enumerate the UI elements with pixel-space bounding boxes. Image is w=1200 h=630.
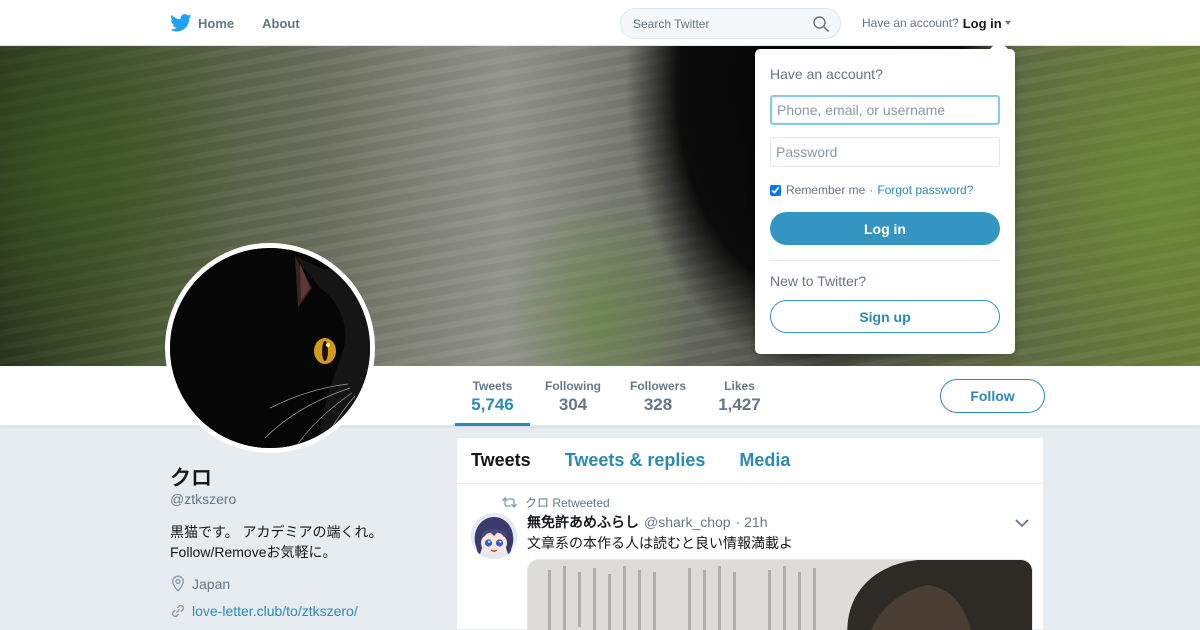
retweet-context: クロ Retweeted xyxy=(502,494,610,511)
tweet-author-name[interactable]: 無免許あめふらし xyxy=(527,512,639,532)
profile-location-text: Japan xyxy=(192,575,231,592)
stat-tweets[interactable]: Tweets 5,746 xyxy=(455,366,530,426)
anime-avatar-image xyxy=(471,513,517,559)
login-submit-button[interactable]: Log in xyxy=(770,212,1000,245)
tweet-item[interactable]: クロ Retweeted 無免許あめふらし @shark_chop · 21h … xyxy=(457,484,1043,630)
remember-row: Remember me · Forgot password? xyxy=(770,183,973,197)
tweet-photo xyxy=(528,560,1032,630)
have-account-text: Have an account? xyxy=(862,16,959,30)
stat-tweets-value: 5,746 xyxy=(471,395,514,414)
black-cat-avatar-image xyxy=(170,248,370,448)
stat-likes[interactable]: Likes 1,427 xyxy=(712,366,767,426)
username-field[interactable] xyxy=(770,95,1000,125)
tweet-author-avatar[interactable] xyxy=(471,513,517,559)
nav-home-label: Home xyxy=(198,15,235,31)
tab-tweets[interactable]: Tweets xyxy=(471,450,531,471)
login-toggle-label: Log in xyxy=(962,15,1002,31)
timeline: Tweets Tweets & replies Media クロ Retweet… xyxy=(456,437,1044,630)
top-navigation-bar: Home About Have an account? Log in xyxy=(0,0,1200,46)
stat-followers-label: Followers xyxy=(629,379,686,393)
retweet-by-text[interactable]: クロ Retweeted xyxy=(525,494,610,511)
link-icon xyxy=(172,604,184,618)
login-area: Have an account? Log in xyxy=(862,0,1011,46)
caret-down-icon xyxy=(1004,21,1011,25)
profile-bio-line-2: Follow/Removeお気軽に。 xyxy=(170,544,337,560)
search-box xyxy=(620,8,841,39)
location-pin-icon xyxy=(172,575,184,592)
stat-likes-value: 1,427 xyxy=(718,395,761,414)
nav-left: Home About xyxy=(170,0,328,46)
login-dropdown: Have an account? Remember me · Forgot pa… xyxy=(755,40,1015,354)
remember-me-checkbox[interactable] xyxy=(770,184,781,196)
stat-tweets-label: Tweets xyxy=(472,379,513,393)
password-field[interactable] xyxy=(770,137,1000,167)
dropdown-divider xyxy=(770,260,1000,261)
twitter-bird-icon xyxy=(170,14,192,32)
profile-bio: 黒猫です。 アカデミアの端くれ。 Follow/Removeお気軽に。 xyxy=(170,522,430,562)
login-dropdown-toggle[interactable]: Log in xyxy=(963,16,1011,31)
stat-followers-value: 328 xyxy=(643,395,673,414)
timeline-tabs: Tweets Tweets & replies Media xyxy=(457,438,1043,484)
nav-home-link[interactable]: Home xyxy=(170,14,234,32)
forgot-password-link[interactable]: Forgot password? xyxy=(877,183,973,197)
profile-website: love-letter.club/to/ztkszero/ xyxy=(170,603,358,619)
profile-bio-line-1: 黒猫です。 アカデミアの端くれ。 xyxy=(170,524,383,540)
profile-name[interactable]: クロ xyxy=(170,462,212,492)
avatar[interactable] xyxy=(165,243,375,453)
tweet-author-handle[interactable]: @shark_chop xyxy=(644,514,731,530)
chevron-down-icon[interactable] xyxy=(1015,519,1029,528)
profile-handle[interactable]: @ztkszero xyxy=(170,491,236,507)
banner-moss-center xyxy=(500,196,700,366)
stat-following-label: Following xyxy=(545,379,601,393)
nav-about-link[interactable]: About xyxy=(262,16,300,31)
new-to-twitter-text: New to Twitter? xyxy=(770,273,867,289)
tweet-header: 無免許あめふらし @shark_chop · 21h xyxy=(527,512,768,532)
stat-following-value: 304 xyxy=(558,395,588,414)
nav-about-label: About xyxy=(262,15,300,31)
retweet-icon xyxy=(502,497,517,508)
tweet-media-image[interactable] xyxy=(527,559,1033,630)
profile-website-link[interactable]: love-letter.club/to/ztkszero/ xyxy=(192,603,358,619)
search-icon[interactable] xyxy=(813,16,829,32)
search-input[interactable] xyxy=(621,9,801,38)
stat-following[interactable]: Following 304 xyxy=(538,366,608,426)
profile-location: Japan xyxy=(170,575,230,592)
tab-media[interactable]: Media xyxy=(739,450,790,471)
stat-likes-label: Likes xyxy=(724,379,755,393)
tab-tweets-and-replies[interactable]: Tweets & replies xyxy=(565,450,706,471)
dropdown-arrow xyxy=(990,40,1008,49)
tweet-text: 文章系の本作る人は読むと良い情報満載よ xyxy=(527,535,793,551)
follow-button[interactable]: Follow xyxy=(940,379,1045,413)
signup-button[interactable]: Sign up xyxy=(770,300,1000,333)
stat-followers[interactable]: Followers 328 xyxy=(623,366,693,426)
tweet-timestamp[interactable]: · 21h xyxy=(736,514,768,530)
remember-me-label[interactable]: Remember me xyxy=(786,183,865,197)
remember-separator: · xyxy=(869,183,874,197)
dropdown-title: Have an account? xyxy=(770,66,883,82)
